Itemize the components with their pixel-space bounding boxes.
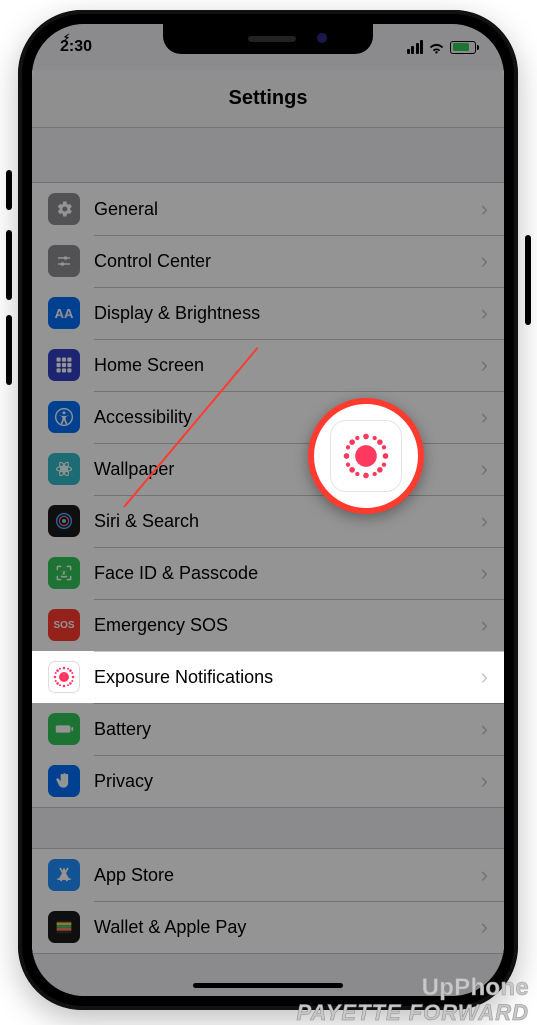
chevron-right-icon: › <box>481 352 488 378</box>
watermark-line1: UpPhone <box>296 976 529 1000</box>
gear-icon <box>48 193 80 225</box>
page-title-bar: Settings <box>32 70 504 128</box>
siri-icon <box>48 505 80 537</box>
row-label: Exposure Notifications <box>94 667 481 688</box>
chevron-right-icon: › <box>481 716 488 742</box>
row-accessibility[interactable]: Accessibility › <box>32 391 504 443</box>
row-label: Control Center <box>94 251 481 272</box>
chevron-right-icon: › <box>481 248 488 274</box>
face-icon <box>48 557 80 589</box>
volume-mute-switch <box>6 170 12 210</box>
row-control-center[interactable]: Control Center › <box>32 235 504 287</box>
row-label: Siri & Search <box>94 511 481 532</box>
settings-list[interactable]: General › Control Center › AA Display & … <box>32 128 504 996</box>
chevron-right-icon: › <box>481 404 488 430</box>
battery-icon <box>48 713 80 745</box>
volume-down-button <box>6 315 12 385</box>
row-siri-search[interactable]: Siri & Search › <box>32 495 504 547</box>
row-general[interactable]: General › <box>32 183 504 235</box>
phone-screen: 2:30 ⚡︎ Settings <box>32 24 504 996</box>
power-button <box>525 235 531 325</box>
chevron-right-icon: › <box>481 862 488 888</box>
row-display-brightness[interactable]: AA Display & Brightness › <box>32 287 504 339</box>
chevron-right-icon: › <box>481 612 488 638</box>
chevron-right-icon: › <box>481 508 488 534</box>
row-home-screen[interactable]: Home Screen › <box>32 339 504 391</box>
hand-icon <box>48 765 80 797</box>
accessibility-icon <box>48 401 80 433</box>
row-label: Accessibility <box>94 407 481 428</box>
row-emergency-sos[interactable]: SOS Emergency SOS › <box>32 599 504 651</box>
chevron-right-icon: › <box>481 914 488 940</box>
chevron-right-icon: › <box>481 196 488 222</box>
charging-icon: ⚡︎ <box>63 33 70 44</box>
row-exposure-notifications[interactable]: Exposure Notifications › <box>32 651 504 703</box>
sos-icon: SOS <box>48 609 80 641</box>
phone-frame: 2:30 ⚡︎ Settings <box>18 10 518 1010</box>
sliders-icon <box>48 245 80 277</box>
row-label: Emergency SOS <box>94 615 481 636</box>
chevron-right-icon: › <box>481 456 488 482</box>
volume-up-button <box>6 230 12 300</box>
row-privacy[interactable]: Privacy › <box>32 755 504 807</box>
appstore-icon <box>48 859 80 891</box>
watermark-line2: PAYETTE FORWARD <box>296 1002 529 1024</box>
aa-icon: AA <box>48 297 80 329</box>
row-face-id-passcode[interactable]: Face ID & Passcode › <box>32 547 504 599</box>
row-label: General <box>94 199 481 220</box>
watermark: UpPhone PAYETTE FORWARD <box>296 976 529 1024</box>
chevron-right-icon: › <box>481 768 488 794</box>
battery-icon <box>450 41 476 54</box>
exposure-icon <box>48 661 80 693</box>
row-label: Privacy <box>94 771 481 792</box>
row-label: Home Screen <box>94 355 481 376</box>
chevron-right-icon: › <box>481 560 488 586</box>
cellular-signal-icon <box>407 40 424 54</box>
row-label: App Store <box>94 865 481 886</box>
settings-group-2: App Store › Wallet & Apple Pay › <box>32 848 504 954</box>
exposure-icon-large <box>330 420 402 492</box>
chevron-right-icon: › <box>481 300 488 326</box>
notch <box>163 24 373 54</box>
row-label: Wallet & Apple Pay <box>94 917 481 938</box>
row-label: Face ID & Passcode <box>94 563 481 584</box>
wifi-icon <box>428 41 445 53</box>
row-battery[interactable]: Battery › <box>32 703 504 755</box>
grid-icon <box>48 349 80 381</box>
flower-icon <box>48 453 80 485</box>
row-label: Battery <box>94 719 481 740</box>
row-wallet-apple-pay[interactable]: Wallet & Apple Pay › <box>32 901 504 953</box>
row-wallpaper[interactable]: Wallpaper › <box>32 443 504 495</box>
callout-bubble <box>308 398 424 514</box>
settings-group-1: General › Control Center › AA Display & … <box>32 182 504 808</box>
page-title: Settings <box>229 87 308 110</box>
wallet-icon <box>48 911 80 943</box>
row-label: Display & Brightness <box>94 303 481 324</box>
chevron-right-icon: › <box>481 664 488 690</box>
row-app-store[interactable]: App Store › <box>32 849 504 901</box>
